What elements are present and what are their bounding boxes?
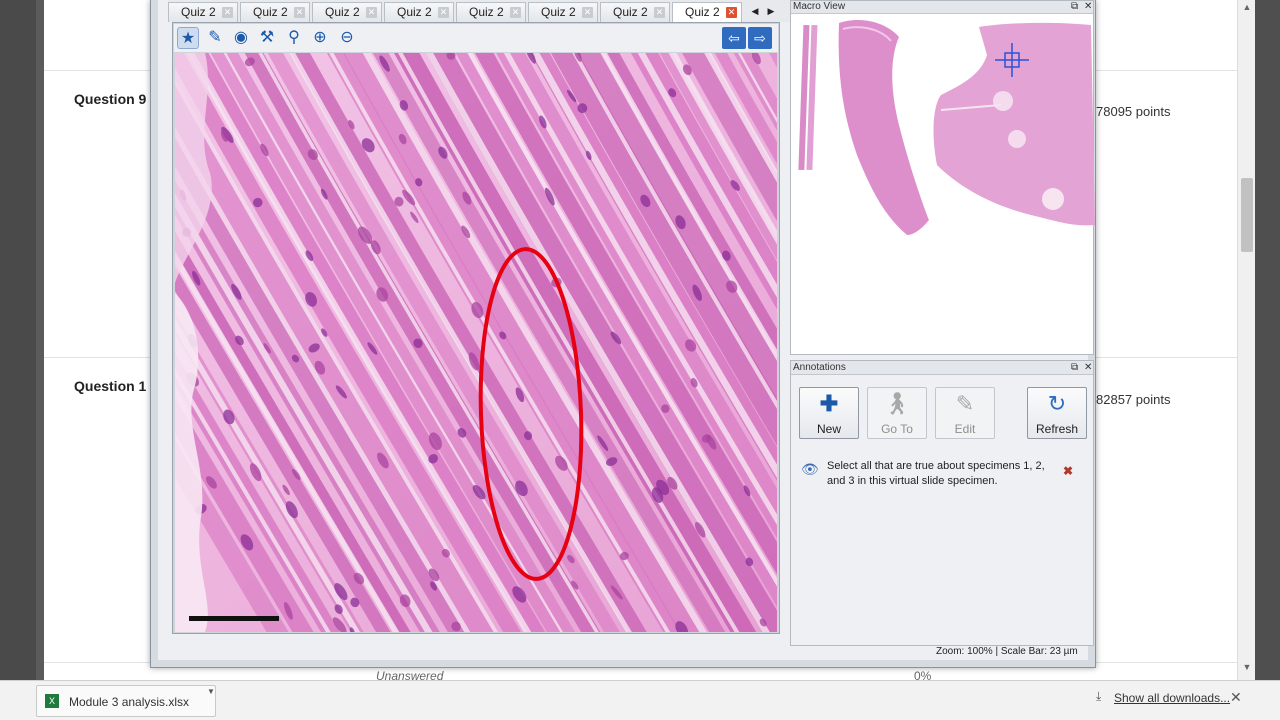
- new-annotation-button[interactable]: ✚ New: [799, 387, 859, 439]
- tab-label: Quiz 2: [541, 5, 576, 19]
- download-filename: Module 3 analysis.xlsx: [69, 695, 190, 709]
- scroll-up-icon[interactable]: ▲: [1238, 2, 1256, 14]
- left-window-edge: [0, 0, 36, 680]
- close-icon[interactable]: ✕: [1084, 362, 1092, 374]
- download-arrow-icon: ⤓: [1096, 689, 1102, 703]
- tab-quiz[interactable]: Quiz 2 ✕: [240, 2, 310, 22]
- pencil-icon: ✎: [955, 391, 975, 416]
- slide-toolbar: ★ ✎ ◉ ⚒ ⚲ ⊕ ⊖ ⇦ ⇨: [174, 24, 778, 52]
- macro-view-panel: Macro View ⧉ ✕: [790, 0, 1095, 355]
- eye-icon[interactable]: ◉: [230, 27, 252, 49]
- tab-scroll-left-icon[interactable]: ◀: [748, 2, 762, 20]
- tab-label: Quiz 2: [397, 5, 432, 19]
- slide-tabs: Quiz 2 ✕ Quiz 2 ✕ Quiz 2 ✕ Quiz 2 ✕ Quiz 2 ✕ Quiz …: [168, 0, 792, 22]
- show-all-downloads-link[interactable]: Show all downloads...: [1114, 691, 1230, 705]
- restore-icon[interactable]: ⧉: [1071, 362, 1078, 374]
- plus-icon: ✚: [819, 391, 839, 416]
- tab-label: Quiz 2: [181, 5, 216, 19]
- tab-quiz[interactable]: Quiz 2 ✕: [456, 2, 526, 22]
- page-scrollbar[interactable]: ▲ ▼: [1237, 0, 1255, 680]
- tab-label: Quiz 2: [325, 5, 360, 19]
- scroll-down-icon[interactable]: ▼: [1238, 662, 1256, 674]
- annotation-item[interactable]: 👁︎ Select all that are true about specim…: [799, 459, 1089, 493]
- tab-quiz[interactable]: Quiz 2 ✕: [168, 2, 238, 22]
- zoom-out-icon[interactable]: ⊖: [336, 27, 358, 49]
- tab-close-icon[interactable]: ✕: [510, 7, 521, 18]
- screen: Question 9 Question 1 78095 points 82857…: [0, 0, 1280, 720]
- tab-quiz[interactable]: Quiz 2 ✕: [600, 2, 670, 22]
- status-bar: Zoom: 100% | Scale Bar: 23 µm: [168, 644, 1094, 658]
- annotation-text: Select all that are true about specimens…: [827, 460, 1045, 487]
- tab-label: Quiz 2: [613, 5, 648, 19]
- close-icon[interactable]: ✕: [1084, 1, 1092, 13]
- histology-slide-view[interactable]: [175, 53, 777, 632]
- scroll-thumb[interactable]: [1241, 178, 1253, 252]
- right-window-border: [1255, 0, 1280, 680]
- downloads-bar: X Module 3 analysis.xlsx ▼ ⤓ Show all do…: [0, 680, 1280, 720]
- delete-icon[interactable]: ✖: [1063, 464, 1073, 478]
- question-points: 78095 points: [1096, 104, 1171, 119]
- slide-viewer-window: Quiz 2 ✕ Quiz 2 ✕ Quiz 2 ✕ Quiz 2 ✕ Quiz 2 ✕ Quiz …: [150, 0, 1096, 668]
- tab-quiz[interactable]: Quiz 2 ✕: [384, 2, 454, 22]
- tab-close-icon[interactable]: ✕: [582, 7, 593, 18]
- tab-quiz[interactable]: Quiz 2 ✕: [312, 2, 382, 22]
- edit-annotation-button[interactable]: ✎ Edit: [935, 387, 995, 439]
- tab-label: Quiz 2: [469, 5, 504, 19]
- tab-close-icon[interactable]: ✕: [222, 7, 233, 18]
- tab-close-icon[interactable]: ✕: [366, 7, 377, 18]
- annotations-header: Annotations: [791, 361, 1093, 375]
- cardiac-muscle-image: [175, 53, 777, 632]
- star-icon[interactable]: ★: [177, 27, 199, 49]
- draw-icon[interactable]: ✎: [204, 27, 226, 49]
- download-item[interactable]: X Module 3 analysis.xlsx ▼: [36, 685, 216, 717]
- tab-label: Quiz 2: [253, 5, 288, 19]
- viewer-body: Quiz 2 ✕ Quiz 2 ✕ Quiz 2 ✕ Quiz 2 ✕ Quiz 2 ✕ Quiz …: [158, 0, 1095, 660]
- refresh-icon: ↻: [1047, 391, 1067, 416]
- slide-frame: ★ ✎ ◉ ⚒ ⚲ ⊕ ⊖ ⇦ ⇨: [172, 22, 780, 634]
- arrow-left-icon[interactable]: ⇦: [722, 27, 746, 49]
- arrow-right-icon[interactable]: ⇨: [748, 27, 772, 49]
- macro-view-header: Macro View: [791, 1, 1093, 14]
- wrench-icon[interactable]: ⚒: [256, 27, 278, 49]
- refresh-annotations-button[interactable]: ↻ Refresh: [1027, 387, 1087, 439]
- chevron-down-icon[interactable]: ▼: [207, 687, 215, 696]
- tab-close-icon[interactable]: ✕: [654, 7, 665, 18]
- tab-quiz[interactable]: Quiz 2 ✕: [528, 2, 598, 22]
- excel-file-icon: X: [45, 694, 59, 708]
- walk-icon: 🚶︎: [883, 391, 911, 416]
- tab-close-icon[interactable]: ✕: [294, 7, 305, 18]
- question-label: Question 9: [74, 91, 147, 107]
- scale-bar: [189, 616, 279, 621]
- zoom-status: Zoom: 100% | Scale Bar: 23 µm: [936, 646, 1078, 657]
- tab-quiz[interactable]: Quiz 2 ✕: [672, 2, 742, 22]
- annotations-panel: Annotations ⧉ ✕ ✚ New 🚶︎ Go To ✎ Edit ↻: [790, 360, 1094, 646]
- question-label: Question 1: [74, 378, 147, 394]
- tab-close-icon[interactable]: ✕: [438, 7, 449, 18]
- annotations-title: Annotations: [793, 362, 846, 373]
- zoom-in-icon[interactable]: ⊕: [309, 27, 331, 49]
- close-icon[interactable]: ✕: [1230, 689, 1242, 706]
- left-window-border: [36, 0, 44, 680]
- restore-icon[interactable]: ⧉: [1071, 1, 1078, 13]
- eye-icon[interactable]: 👁︎: [801, 461, 819, 478]
- magnifier-icon[interactable]: ⚲: [283, 27, 305, 49]
- question-points: 82857 points: [1096, 392, 1171, 407]
- tab-scroll-right-icon[interactable]: ▶: [764, 2, 778, 20]
- tab-label: Quiz 2: [685, 5, 720, 19]
- tab-close-icon[interactable]: ✕: [726, 7, 737, 18]
- macro-view-title: Macro View: [793, 1, 846, 12]
- goto-annotation-button[interactable]: 🚶︎ Go To: [867, 387, 927, 439]
- macro-thumbnail[interactable]: [791, 15, 1095, 355]
